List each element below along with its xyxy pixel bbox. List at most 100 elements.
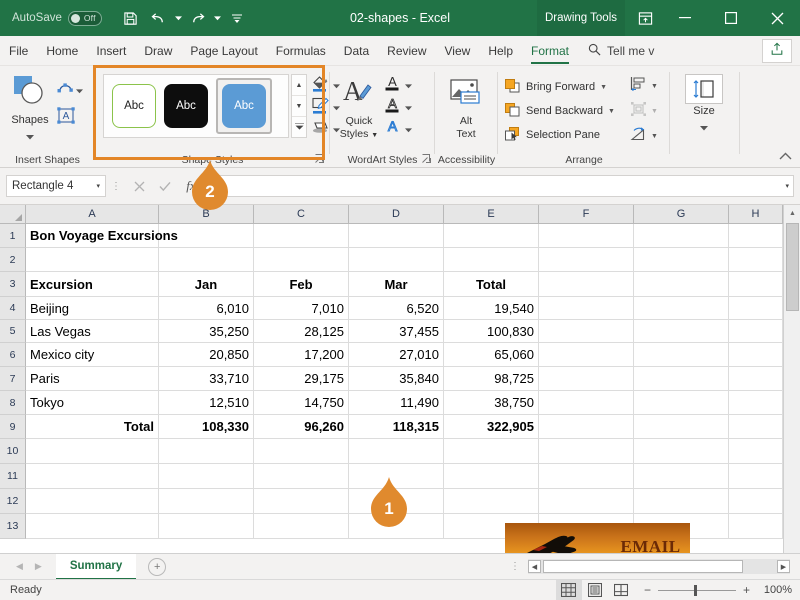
size-dropdown-caret-icon[interactable] (700, 118, 708, 136)
cell-H8[interactable] (729, 391, 783, 415)
cell-B4[interactable]: 6,010 (159, 297, 254, 320)
cell-G1[interactable] (634, 224, 729, 248)
cell-H3[interactable] (729, 272, 783, 297)
tab-home[interactable]: Home (37, 36, 87, 66)
column-header-A[interactable]: A (26, 205, 159, 224)
cell-G12[interactable] (634, 489, 729, 514)
row-header-5[interactable]: 5 (0, 320, 26, 343)
cell-F11[interactable] (539, 464, 634, 489)
cell-G2[interactable] (634, 248, 729, 272)
tab-formulas[interactable]: Formulas (267, 36, 335, 66)
cell-D9[interactable]: 118,315 (349, 415, 444, 439)
gallery-more-icon[interactable] (292, 117, 306, 137)
row-header-11[interactable]: 11 (0, 464, 26, 489)
enter-check-icon[interactable] (152, 175, 178, 197)
cell-D2[interactable] (349, 248, 444, 272)
rotate-objects-caret-icon[interactable]: ▼ (651, 133, 658, 140)
tab-page-layout[interactable]: Page Layout (181, 36, 266, 66)
collapse-ribbon-icon[interactable] (779, 152, 792, 163)
cell-F10[interactable] (539, 439, 634, 464)
cell-F8[interactable] (539, 391, 634, 415)
cell-G10[interactable] (634, 439, 729, 464)
maximize-icon[interactable] (708, 0, 754, 36)
cell-E11[interactable] (444, 464, 539, 489)
cell-H1[interactable] (729, 224, 783, 248)
cell-A3[interactable]: Excursion (26, 272, 159, 297)
scroll-right-icon[interactable]: ▶ (777, 560, 790, 573)
cell-E3[interactable]: Total (444, 272, 539, 297)
shapes-button[interactable]: Shapes (6, 74, 54, 142)
tab-help[interactable]: Help (479, 36, 522, 66)
add-sheet-button[interactable]: + (148, 557, 167, 576)
cell-E2[interactable] (444, 248, 539, 272)
sheet-tab-summary[interactable]: Summary (55, 553, 137, 580)
tab-insert[interactable]: Insert (87, 36, 135, 66)
cell-F4[interactable] (539, 297, 634, 320)
cell-C10[interactable] (254, 439, 349, 464)
tab-data[interactable]: Data (335, 36, 378, 66)
cell-A2[interactable] (26, 248, 159, 272)
row-header-6[interactable]: 6 (0, 343, 26, 367)
column-header-F[interactable]: F (539, 205, 634, 224)
undo-icon[interactable] (146, 5, 172, 31)
cell-G6[interactable] (634, 343, 729, 367)
cell-B12[interactable] (159, 489, 254, 514)
cell-A6[interactable]: Mexico city (26, 343, 159, 367)
cell-E7[interactable]: 98,725 (444, 367, 539, 391)
cell-G9[interactable] (634, 415, 729, 439)
cell-B10[interactable] (159, 439, 254, 464)
cell-A9[interactable]: Total (26, 415, 159, 439)
bring-forward-button[interactable]: Bring Forward ▼ (504, 76, 607, 98)
cell-B9[interactable]: 108,330 (159, 415, 254, 439)
cell-G7[interactable] (634, 367, 729, 391)
edit-shape-button[interactable] (56, 76, 83, 104)
cell-E4[interactable]: 19,540 (444, 297, 539, 320)
row-header-7[interactable]: 7 (0, 367, 26, 391)
cancel-icon[interactable] (126, 175, 152, 197)
close-icon[interactable] (754, 0, 800, 36)
row-header-8[interactable]: 8 (0, 391, 26, 415)
horizontal-scrollbar[interactable]: ◀ ▶ (528, 559, 790, 574)
column-header-C[interactable]: C (254, 205, 349, 224)
cell-C1[interactable] (254, 224, 349, 248)
page-break-preview-icon[interactable] (608, 580, 634, 600)
cell-G4[interactable] (634, 297, 729, 320)
share-button[interactable] (762, 39, 792, 63)
cell-E6[interactable]: 65,060 (444, 343, 539, 367)
cell-H7[interactable] (729, 367, 783, 391)
row-header-3[interactable]: 3 (0, 272, 26, 297)
cell-F5[interactable] (539, 320, 634, 343)
cell-B11[interactable] (159, 464, 254, 489)
scroll-up-icon[interactable]: ▲ (784, 205, 800, 222)
shape-style-swatch-filled-black[interactable]: Abc (164, 84, 208, 128)
cell-C8[interactable]: 14,750 (254, 391, 349, 415)
cell-D4[interactable]: 6,520 (349, 297, 444, 320)
cell-D5[interactable]: 37,455 (349, 320, 444, 343)
cell-B7[interactable]: 33,710 (159, 367, 254, 391)
cell-D6[interactable]: 27,010 (349, 343, 444, 367)
row-header-9[interactable]: 9 (0, 415, 26, 439)
cell-G5[interactable] (634, 320, 729, 343)
cell-E9[interactable]: 322,905 (444, 415, 539, 439)
cell-E1[interactable] (444, 224, 539, 248)
selection-pane-button[interactable]: Selection Pane (504, 124, 600, 146)
column-header-H[interactable]: H (729, 205, 783, 224)
bring-forward-caret-icon[interactable]: ▼ (600, 84, 607, 91)
row-header-1[interactable]: 1 (0, 224, 26, 248)
column-header-D[interactable]: D (349, 205, 444, 224)
page-layout-view-icon[interactable] (582, 580, 608, 600)
cell-F3[interactable] (539, 272, 634, 297)
cell-E10[interactable] (444, 439, 539, 464)
vertical-scrollbar[interactable]: ▲ (783, 205, 800, 553)
cell-C5[interactable]: 28,125 (254, 320, 349, 343)
cell-H12[interactable] (729, 489, 783, 514)
text-fill-button[interactable]: A (384, 74, 428, 96)
shape-styles-gallery-scrollbar[interactable]: ▲ ▼ (291, 74, 307, 138)
redo-icon[interactable] (185, 5, 211, 31)
scroll-left-icon[interactable]: ◀ (528, 560, 541, 573)
shape-styles-gallery[interactable]: Abc Abc Abc (103, 74, 289, 138)
row-header-2[interactable]: 2 (0, 248, 26, 272)
cell-F7[interactable] (539, 367, 634, 391)
zoom-slider-control[interactable]: − + (644, 583, 750, 597)
cell-E12[interactable] (444, 489, 539, 514)
